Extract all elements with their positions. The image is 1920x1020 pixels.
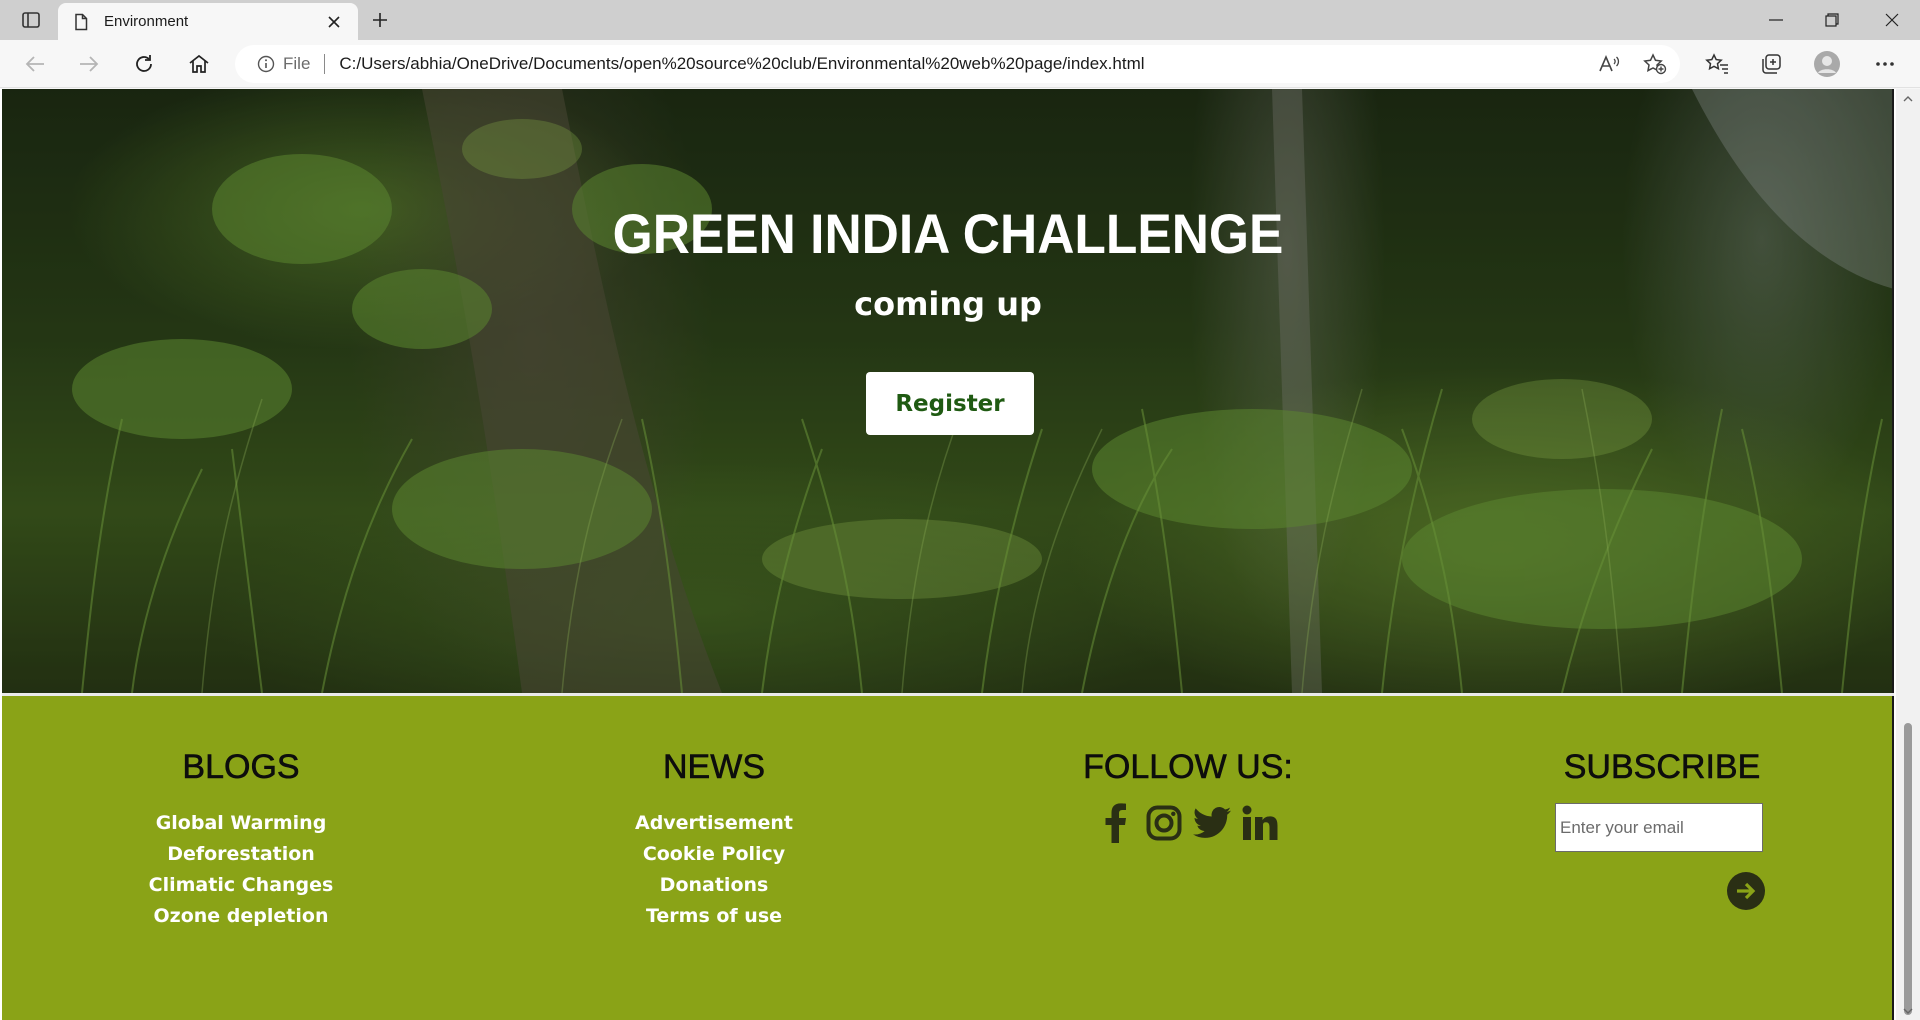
footer-link[interactable]: Terms of use — [504, 901, 924, 932]
tab-strip: Environment — [0, 0, 1920, 40]
link-terms-of-use[interactable]: Terms of use — [646, 905, 782, 927]
email-input[interactable] — [1555, 803, 1763, 852]
social-icons — [978, 802, 1398, 844]
footer-link[interactable]: Donations — [504, 870, 924, 901]
twitter-icon[interactable] — [1193, 802, 1231, 844]
back-button[interactable] — [18, 48, 52, 80]
browser-toolbar: File C:/Users/abhia/OneDrive/Documents/o… — [0, 40, 1920, 88]
hero-title: GREEN INDIA CHALLENGE — [612, 202, 1284, 265]
footer-link[interactable]: Deforestation — [31, 839, 451, 870]
chevron-up-icon — [1903, 95, 1913, 101]
subscribe-heading: SUBSCRIBE — [1563, 748, 1761, 787]
collections-button[interactable] — [1754, 48, 1788, 80]
site-footer: BLOGS Global Warming Deforestation Clima… — [2, 696, 1894, 1020]
follow-heading: FOLLOW US: — [1083, 748, 1293, 787]
new-tab-button[interactable] — [366, 8, 394, 32]
back-arrow-icon — [25, 56, 44, 72]
footer-link[interactable]: Cookie Policy — [504, 839, 924, 870]
minimize-button[interactable] — [1748, 0, 1804, 40]
blogs-links: Global Warming Deforestation Climatic Ch… — [31, 808, 451, 932]
add-favorite-button[interactable] — [1641, 51, 1669, 77]
footer-link[interactable]: Ozone depletion — [31, 901, 451, 932]
restore-button[interactable] — [1804, 0, 1860, 40]
blogs-heading: BLOGS — [182, 748, 300, 787]
instagram-icon[interactable] — [1145, 802, 1183, 844]
favorites-icon — [1705, 53, 1728, 74]
link-advertisement[interactable]: Advertisement — [635, 812, 793, 834]
tab-actions-button[interactable] — [14, 8, 48, 32]
register-button[interactable]: Register — [866, 372, 1034, 435]
hero-section: GREEN INDIA CHALLENGE coming up Register — [2, 89, 1894, 693]
close-window-button[interactable] — [1864, 0, 1920, 40]
footer-link[interactable]: Advertisement — [504, 808, 924, 839]
home-button[interactable] — [182, 48, 216, 80]
more-icon — [1876, 62, 1894, 66]
plus-icon — [373, 13, 387, 27]
close-tab-button[interactable] — [324, 12, 344, 32]
tab-actions-icon — [22, 12, 40, 28]
info-icon[interactable] — [257, 55, 275, 73]
refresh-icon — [136, 55, 152, 72]
chevron-down-icon — [1903, 1008, 1913, 1014]
link-donations[interactable]: Donations — [660, 874, 769, 896]
link-deforestation[interactable]: Deforestation — [167, 843, 315, 865]
link-cookie-policy[interactable]: Cookie Policy — [643, 843, 785, 865]
page-viewport: GREEN INDIA CHALLENGE coming up Register… — [0, 89, 1920, 1020]
profile-button[interactable] — [1810, 48, 1844, 80]
scroll-up-arrow[interactable] — [1902, 93, 1914, 103]
restore-icon — [1825, 13, 1839, 27]
close-icon — [328, 15, 340, 28]
address-scheme-label: File — [283, 54, 311, 73]
home-icon — [189, 54, 209, 73]
address-separator — [324, 54, 326, 74]
subscribe-submit-button[interactable] — [1727, 872, 1765, 910]
favorites-button[interactable] — [1700, 48, 1734, 80]
read-aloud-button[interactable] — [1595, 51, 1623, 77]
news-links: Advertisement Cookie Policy Donations Te… — [504, 808, 924, 932]
link-global-warming[interactable]: Global Warming — [156, 812, 327, 834]
minimize-icon — [1769, 19, 1783, 21]
link-ozone-depletion[interactable]: Ozone depletion — [154, 905, 329, 927]
footer-link[interactable]: Global Warming — [31, 808, 451, 839]
browser-tab[interactable]: Environment — [58, 3, 358, 40]
url-text[interactable]: C:/Users/abhia/OneDrive/Documents/open%2… — [339, 54, 1144, 74]
facebook-icon[interactable] — [1097, 802, 1135, 844]
settings-menu-button[interactable] — [1868, 48, 1902, 80]
footer-link[interactable]: Climatic Changes — [31, 870, 451, 901]
link-climatic-changes[interactable]: Climatic Changes — [149, 874, 334, 896]
forward-button[interactable] — [72, 48, 106, 80]
read-aloud-icon — [1599, 54, 1620, 72]
arrow-right-icon — [1737, 882, 1756, 900]
news-heading: NEWS — [663, 748, 766, 787]
forward-arrow-icon — [80, 56, 99, 72]
address-bar[interactable]: File C:/Users/abhia/OneDrive/Documents/o… — [235, 45, 1680, 83]
star-add-icon — [1643, 53, 1667, 75]
hero-subtitle: coming up — [854, 285, 1042, 323]
scroll-down-arrow[interactable] — [1902, 1006, 1914, 1016]
avatar-icon — [1814, 51, 1840, 77]
collections-icon — [1762, 54, 1781, 74]
refresh-button[interactable] — [127, 48, 161, 80]
linkedin-icon[interactable] — [1241, 802, 1279, 844]
page-icon — [75, 13, 88, 30]
vertical-scrollbar[interactable] — [1896, 89, 1920, 1020]
close-window-icon — [1885, 13, 1899, 27]
tab-title: Environment — [104, 13, 189, 30]
scrollbar-thumb[interactable] — [1904, 723, 1912, 1015]
